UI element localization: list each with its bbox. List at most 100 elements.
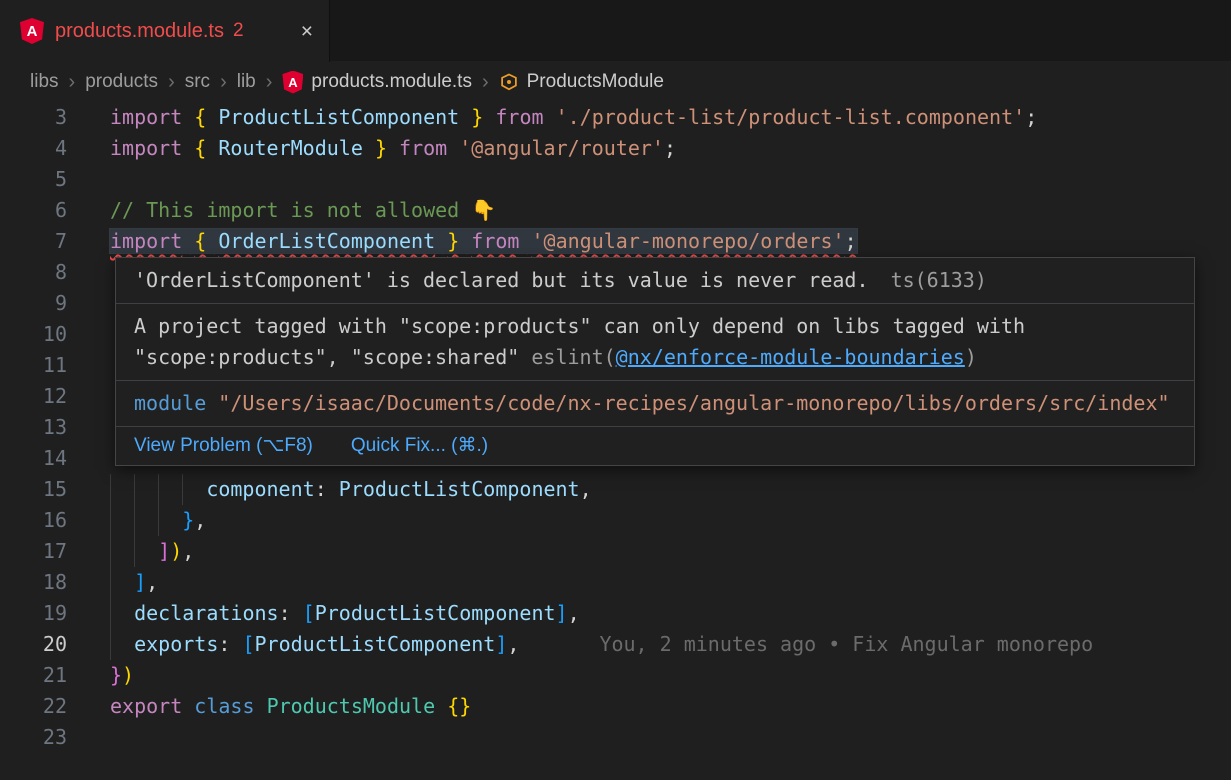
line-number[interactable]: 23 xyxy=(0,722,67,753)
line-number[interactable]: 10 xyxy=(0,319,67,350)
line-number[interactable]: 4 xyxy=(0,133,67,164)
line-number[interactable]: 7 xyxy=(0,226,67,257)
hover-popup: 'OrderListComponent' is declared but its… xyxy=(115,257,1195,466)
breadcrumb-label: ProductsModule xyxy=(527,71,664,93)
code-token: { xyxy=(194,229,206,253)
code-token xyxy=(459,229,471,253)
breadcrumb-item-productsmodule[interactable]: ProductsModule xyxy=(499,71,664,93)
line-number[interactable]: 16 xyxy=(0,505,67,536)
breadcrumb-item-products[interactable]: products xyxy=(85,71,158,93)
code-token: { xyxy=(194,105,206,129)
code-text: ]), xyxy=(67,536,194,567)
indent-guide xyxy=(182,474,206,505)
code-token: class xyxy=(194,694,254,718)
code-token: [ xyxy=(242,632,254,656)
line-number[interactable]: 15 xyxy=(0,474,67,505)
breadcrumb-separator: › xyxy=(482,71,489,94)
code-token xyxy=(182,229,194,253)
tab-bar: products.module.ts 2 × xyxy=(0,0,1231,62)
code-token: import xyxy=(110,105,182,129)
code-token xyxy=(206,105,218,129)
line-number[interactable]: 12 xyxy=(0,381,67,412)
indent-guide xyxy=(110,567,134,598)
code-token xyxy=(544,105,556,129)
vscode-window: products.module.ts 2 × libs › products › src… xyxy=(0,0,1231,780)
code-line: 16}, xyxy=(0,505,1231,536)
code-token: : xyxy=(279,601,303,625)
hover-eslint-diagnostic: A project tagged with "scope:products" c… xyxy=(116,304,1194,380)
line-number[interactable]: 5 xyxy=(0,164,67,195)
line-number[interactable]: 13 xyxy=(0,412,67,443)
line-number[interactable]: 11 xyxy=(0,350,67,381)
code-token: , xyxy=(507,632,519,656)
code-line: 5 xyxy=(0,164,1231,195)
line-number[interactable]: 17 xyxy=(0,536,67,567)
breadcrumb-separator: › xyxy=(168,71,175,94)
code-text: import { ProductListComponent } from './… xyxy=(67,102,1037,133)
line-number[interactable]: 9 xyxy=(0,288,67,319)
close-icon[interactable]: × xyxy=(301,21,313,42)
line-number[interactable]: 14 xyxy=(0,443,67,474)
line-number[interactable]: 19 xyxy=(0,598,67,629)
line-number[interactable]: 8 xyxy=(0,257,67,288)
code-text: }, xyxy=(67,505,206,536)
code-text: import { OrderListComponent } from '@ang… xyxy=(67,226,857,257)
breadcrumb-item-libs[interactable]: libs xyxy=(30,71,59,93)
code-token: component xyxy=(206,477,314,501)
code-text: exports: [ProductListComponent],You, 2 m… xyxy=(67,629,1093,660)
code-text: export class ProductsModule {} xyxy=(67,691,471,722)
code-token xyxy=(459,105,471,129)
code-text xyxy=(67,257,110,288)
code-line: 19declarations: [ProductListComponent], xyxy=(0,598,1231,629)
code-token: { xyxy=(194,136,206,160)
code-token: : xyxy=(315,477,339,501)
line-number[interactable]: 20 xyxy=(0,629,67,660)
code-text: ], xyxy=(67,567,158,598)
hover-actions: View Problem (⌥F8) Quick Fix... (⌘.) xyxy=(116,427,1194,465)
code-text: import { RouterModule } from '@angular/r… xyxy=(67,133,676,164)
code-token xyxy=(206,229,218,253)
breadcrumb-item-lib[interactable]: lib xyxy=(237,71,256,93)
module-keyword: module xyxy=(134,391,206,415)
git-blame-annotation: You, 2 minutes ago • Fix Angular monorep… xyxy=(599,632,1093,656)
code-token: [ xyxy=(303,601,315,625)
quick-fix-button[interactable]: Quick Fix... (⌘.) xyxy=(351,435,488,457)
code-token xyxy=(435,229,447,253)
code-line: 22export class ProductsModule {} xyxy=(0,691,1231,722)
line-number[interactable]: 6 xyxy=(0,195,67,226)
code-text xyxy=(67,381,110,412)
code-token xyxy=(363,136,375,160)
code-token: ] xyxy=(556,601,568,625)
code-token: RouterModule xyxy=(218,136,363,160)
code-line: 3import { ProductListComponent } from '.… xyxy=(0,102,1231,133)
code-line: 4import { RouterModule } from '@angular/… xyxy=(0,133,1231,164)
line-number[interactable]: 22 xyxy=(0,691,67,722)
tab-products-module-ts[interactable]: products.module.ts 2 × xyxy=(0,0,330,62)
code-token: OrderListComponent xyxy=(218,229,435,253)
ts-diagnostic-code: ts(6133) xyxy=(891,268,987,292)
code-text: }) xyxy=(67,660,134,691)
breadcrumb-separator: › xyxy=(69,71,76,94)
breadcrumb-separator: › xyxy=(220,71,227,94)
code-token: 👇 xyxy=(471,198,496,222)
breadcrumb-item-src[interactable]: src xyxy=(185,71,210,93)
line-number[interactable]: 3 xyxy=(0,102,67,133)
code-token: ] xyxy=(134,570,146,594)
breadcrumb-label: libs xyxy=(30,71,59,93)
code-text xyxy=(67,319,110,350)
indent-guide xyxy=(110,598,134,629)
ts-diagnostic-message: 'OrderListComponent' is declared but its… xyxy=(134,268,869,292)
code-token: from xyxy=(471,229,519,253)
line-number[interactable]: 18 xyxy=(0,567,67,598)
code-token: ] xyxy=(158,539,170,563)
view-problem-button[interactable]: View Problem (⌥F8) xyxy=(134,435,313,457)
hover-module-info: module"/Users/isaac/Documents/code/nx-re… xyxy=(116,381,1194,426)
eslint-rule-link[interactable]: @nx/enforce-module-boundaries xyxy=(616,345,965,369)
line-number[interactable]: 21 xyxy=(0,660,67,691)
angular-icon xyxy=(20,18,44,44)
breadcrumb-item-products-module-ts[interactable]: products.module.ts xyxy=(282,71,472,94)
code-token: './product-list/product-list.component' xyxy=(556,105,1026,129)
code-token: import xyxy=(110,136,182,160)
code-text xyxy=(67,164,110,195)
indent-guide xyxy=(110,629,134,660)
